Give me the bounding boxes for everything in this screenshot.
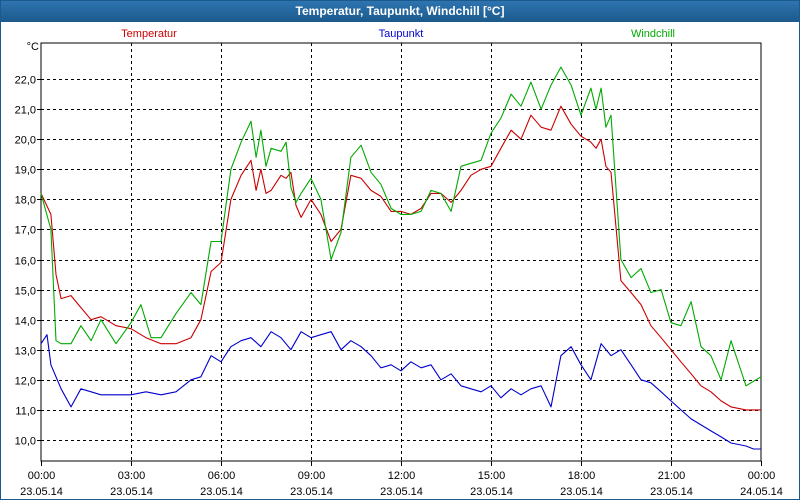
legend-entry-windchill: Windchill [631,28,675,40]
y-tick-label: 21,0 [15,105,36,117]
x-tick-label-date: 23.05.14 [380,486,423,498]
x-tick-label-time: 00:00 [748,470,776,482]
y-tick-label: 14,0 [15,316,36,328]
legend-entry-taupunkt: Taupunkt [379,28,424,40]
y-tick-label: 20,0 [15,135,36,147]
x-tick-label-time: 15:00 [478,470,506,482]
y-tick-label: 22,0 [15,75,36,87]
y-tick-label: 17,0 [15,225,36,237]
y-tick-label: 12,0 [15,376,36,388]
x-tick-label-time: 12:00 [388,470,416,482]
x-tick-label-date: 24.05.14 [740,486,783,498]
x-tick-label-time: 03:00 [118,470,146,482]
y-tick-label: 18,0 [15,195,36,207]
y-tick-label: 13,0 [15,346,36,358]
x-tick-label-date: 23.05.14 [650,486,693,498]
x-tick-label-date: 23.05.14 [470,486,513,498]
y-tick-label: 11,0 [15,406,36,418]
y-axis-label: °C [27,41,39,53]
y-tick-label: 15,0 [15,286,36,298]
x-tick-label-date: 23.05.14 [110,486,153,498]
x-tick-label-time: 00:00 [28,470,56,482]
legend-entry-temperatur: Temperatur [121,28,177,40]
x-tick-label-time: 18:00 [568,470,596,482]
y-tick-label: 16,0 [15,256,36,268]
y-tick-label: 10,0 [15,436,36,448]
chart-window: Temperatur, Taupunkt, Windchill [°C] 10,… [0,0,800,500]
x-tick-label-date: 23.05.14 [200,486,243,498]
x-tick-label-date: 23.05.14 [20,486,63,498]
x-tick-label-time: 09:00 [298,470,326,482]
line-chart: 10,0 11,0 12,0 13,0 14,0 15,0 16,0 17,0 18,0 19,0… [15,28,783,498]
x-tick-label-time: 06:00 [208,470,236,482]
x-tick-label-time: 21:00 [658,470,686,482]
y-tick-label: 19,0 [15,165,36,177]
x-tick-label-date: 23.05.14 [290,486,333,498]
x-tick-label-date: 23.05.14 [560,486,603,498]
